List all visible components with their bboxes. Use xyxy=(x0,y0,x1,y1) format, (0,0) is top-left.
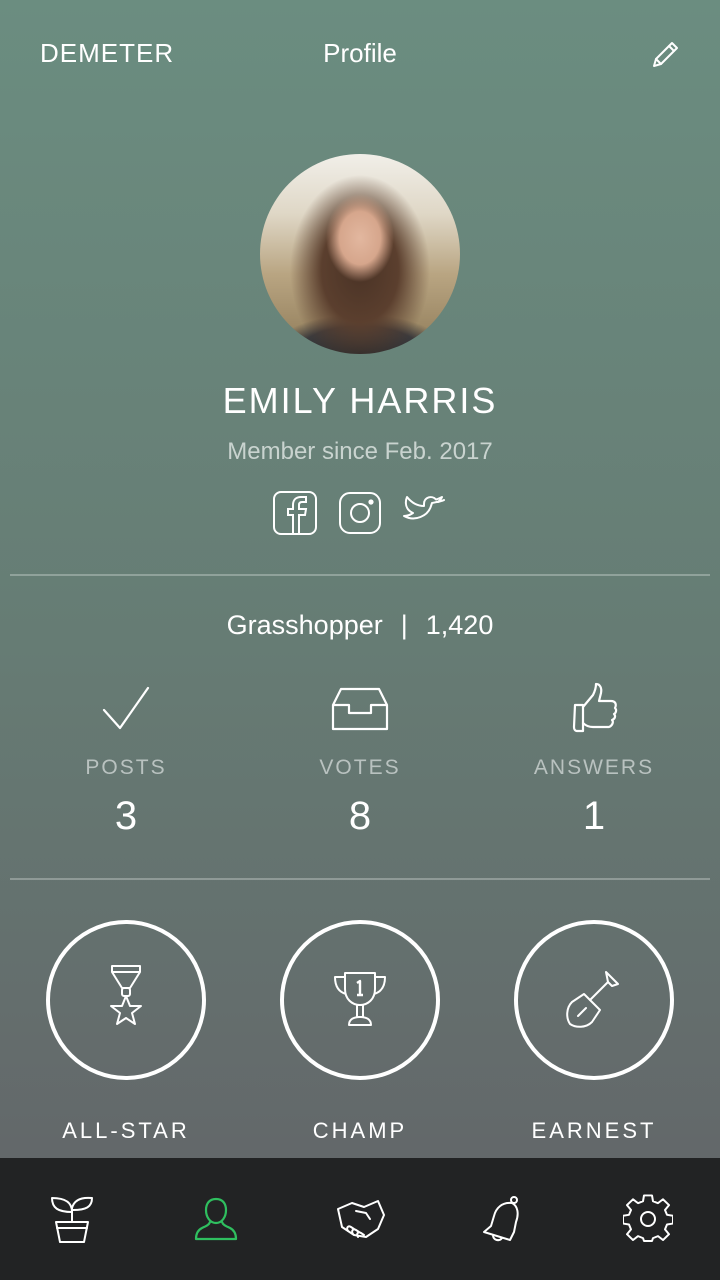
twitter-link[interactable] xyxy=(402,490,448,536)
handshake-icon xyxy=(337,1200,385,1238)
facebook-icon xyxy=(273,491,317,535)
rank-line: Grasshopper | 1,420 xyxy=(0,610,720,641)
profile-name: EMILY HARRIS xyxy=(222,380,498,421)
avatar[interactable] xyxy=(260,154,460,354)
rank-points: 1,420 xyxy=(425,610,494,640)
checkmark-icon xyxy=(102,686,150,730)
bell-icon xyxy=(483,1196,519,1242)
stat-votes[interactable]: VOTES 8 xyxy=(243,680,477,839)
social-links xyxy=(272,490,448,536)
divider-bottom xyxy=(10,878,710,880)
plant-pot-icon xyxy=(51,1196,93,1243)
tab-profile[interactable] xyxy=(176,1179,256,1259)
tab-settings[interactable] xyxy=(608,1179,688,1259)
trophy-icon xyxy=(334,972,386,1026)
edit-button[interactable] xyxy=(644,34,686,76)
badge-all-star[interactable]: ALL-STAR xyxy=(9,920,243,1144)
stat-label: POSTS xyxy=(85,756,167,779)
star-medal-icon xyxy=(110,965,142,1025)
top-bar: DEMETER Profile xyxy=(0,0,720,105)
gear-icon xyxy=(623,1194,673,1242)
stat-label: ANSWERS xyxy=(533,756,655,779)
divider-top xyxy=(10,574,710,576)
tab-garden[interactable] xyxy=(32,1179,112,1259)
shovel-icon xyxy=(566,971,619,1028)
pencil-icon xyxy=(653,42,678,67)
badge-champ[interactable]: CHAMP xyxy=(243,920,477,1144)
tab-notifications[interactable] xyxy=(464,1179,544,1259)
rank-level: Grasshopper xyxy=(226,610,383,640)
tab-community[interactable] xyxy=(320,1179,400,1259)
stat-value: 1 xyxy=(582,794,606,838)
instagram-icon xyxy=(339,492,381,534)
inbox-tray-icon xyxy=(331,687,389,731)
stat-value: 8 xyxy=(348,794,372,838)
rank-separator: | xyxy=(400,610,408,640)
badge-label: CHAMP xyxy=(312,1118,408,1143)
stat-posts[interactable]: POSTS 3 xyxy=(9,680,243,839)
stat-value: 3 xyxy=(114,794,138,838)
facebook-link[interactable] xyxy=(272,490,318,536)
twitter-icon xyxy=(403,496,445,520)
badge-label: ALL-STAR xyxy=(62,1118,190,1143)
bottom-tab-bar xyxy=(0,1158,720,1280)
app-brand[interactable]: DEMETER xyxy=(40,38,174,69)
badge-earnest[interactable]: EARNEST xyxy=(477,920,711,1144)
stat-label: VOTES xyxy=(319,756,401,779)
thumbs-up-icon xyxy=(572,682,618,733)
member-since: Member since Feb. 2017 xyxy=(227,438,493,465)
badge-label: EARNEST xyxy=(531,1118,657,1143)
instagram-link[interactable] xyxy=(337,490,383,536)
stat-answers[interactable]: ANSWERS 1 xyxy=(477,680,711,839)
person-icon xyxy=(194,1197,238,1241)
